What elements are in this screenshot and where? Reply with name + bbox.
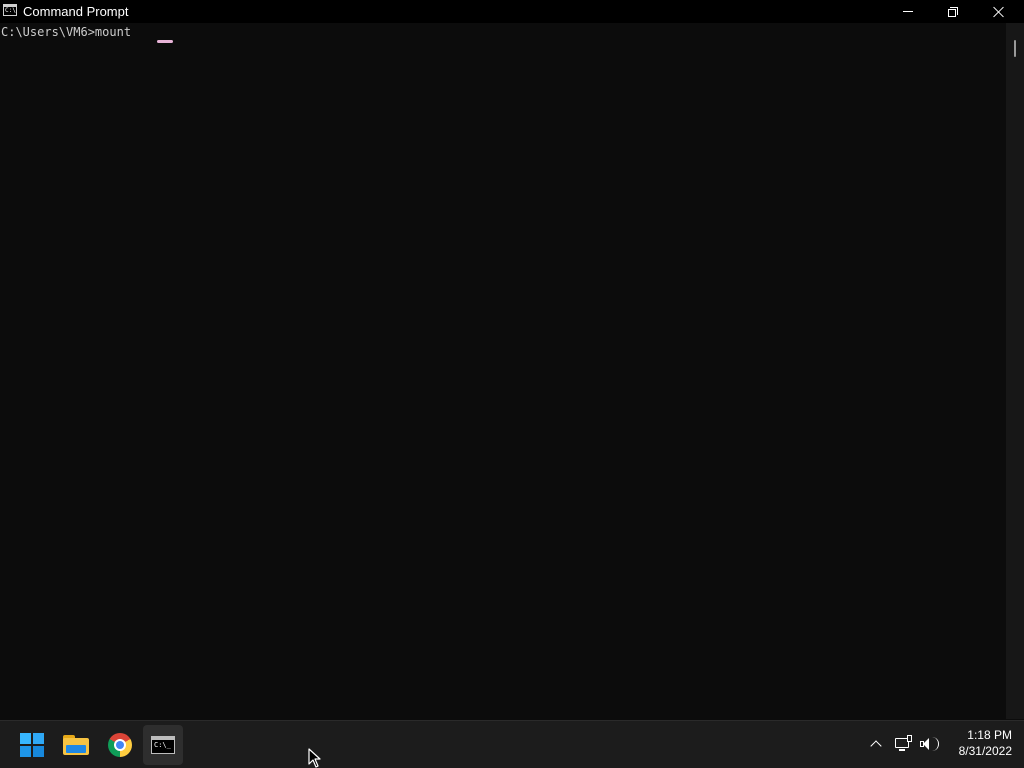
windows-logo-icon <box>20 733 44 757</box>
file-explorer-button[interactable] <box>56 725 96 765</box>
taskbar-clock[interactable]: 1:18 PM 8/31/2022 <box>942 727 1012 759</box>
start-button[interactable] <box>12 725 52 765</box>
vertical-scrollbar[interactable] <box>1006 23 1024 719</box>
chrome-icon <box>108 733 132 757</box>
close-button[interactable] <box>976 0 1022 23</box>
clock-time: 1:18 PM <box>967 728 1012 742</box>
console-area[interactable]: C:\Users\VM6>mount <box>0 23 1006 719</box>
restore-icon <box>948 6 958 17</box>
title-icon-text: C:\ <box>5 7 16 14</box>
command-prompt-taskbar-button[interactable]: C:\_ <box>143 725 183 765</box>
volume-icon[interactable] <box>919 734 941 754</box>
chevron-up-icon <box>870 740 882 752</box>
window-title: Command Prompt <box>23 4 129 19</box>
mouse-pointer-icon <box>308 748 321 768</box>
restore-button[interactable] <box>930 0 976 23</box>
cmd-icon: C:\ <box>3 4 17 16</box>
cmd-icon: C:\_ <box>151 736 175 754</box>
network-icon[interactable] <box>894 734 914 754</box>
scrollbar-thumb[interactable] <box>1014 40 1016 57</box>
console-line: C:\Users\VM6>mount <box>1 25 132 39</box>
folder-icon <box>63 735 89 755</box>
show-hidden-icons-button[interactable] <box>866 734 886 754</box>
chrome-button[interactable] <box>100 725 140 765</box>
title-bar[interactable]: C:\ Command Prompt <box>0 0 1024 23</box>
minimize-icon <box>903 11 913 12</box>
minimize-button[interactable] <box>885 0 931 23</box>
clock-date: 8/31/2022 <box>958 744 1012 758</box>
close-icon <box>993 6 1005 18</box>
command-prompt-window: C:\ Command Prompt C:\Users\VM6>mount <box>0 0 1024 720</box>
active-app-indicator <box>157 40 173 43</box>
taskbar-cmd-icon-text: C:\_ <box>154 741 171 749</box>
